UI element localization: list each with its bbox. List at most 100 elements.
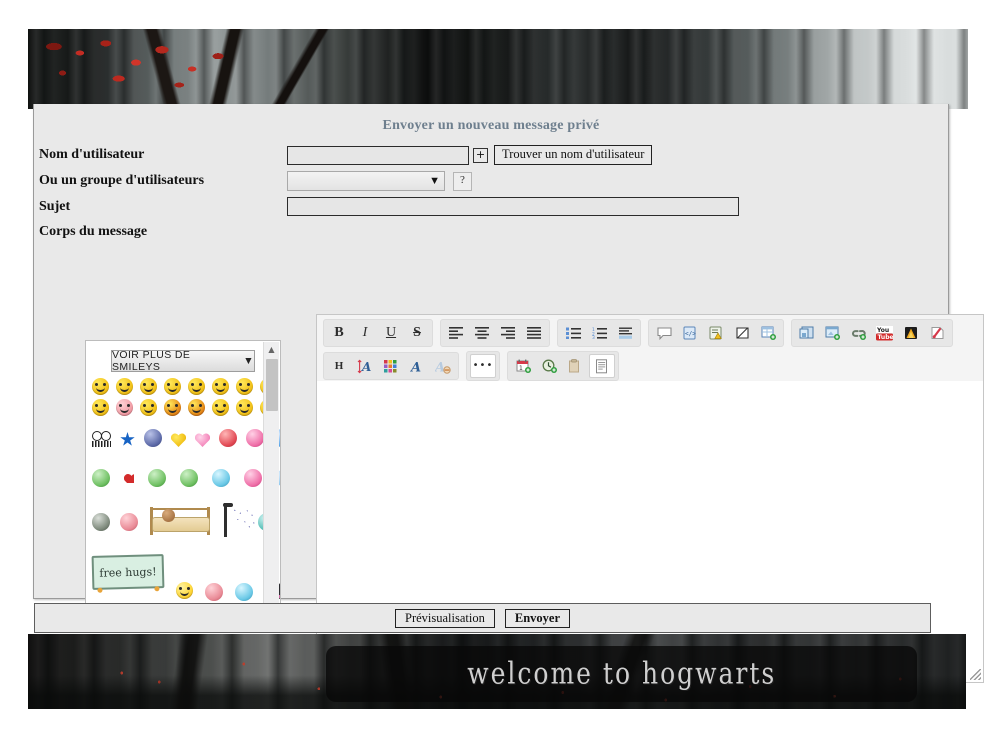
svg-text:Tube: Tube (878, 334, 894, 341)
spoiler-button[interactable] (704, 322, 728, 344)
table-button[interactable] (756, 322, 780, 344)
smiley-sad-icon[interactable] (140, 378, 157, 395)
align-justify-button[interactable] (522, 322, 546, 344)
submit-button[interactable]: Envoyer (504, 608, 570, 628)
smiley-cry-blob-icon[interactable] (235, 583, 253, 601)
insert-script-button[interactable] (925, 322, 949, 344)
smiley-tongue-icon[interactable] (92, 399, 109, 416)
toolbar-row-1: B I U S 1 2 3 </> You Tube (323, 319, 977, 347)
insert-date-button[interactable]: 1 (511, 355, 535, 377)
quote-button[interactable] (652, 322, 676, 344)
ordered-list-button[interactable]: 123 (587, 322, 611, 344)
smiley-row (92, 469, 280, 487)
insert-time-button[interactable] (537, 355, 561, 377)
preview-button[interactable]: Prévisualisation (395, 608, 495, 628)
smiley-neutral-icon[interactable] (164, 378, 181, 395)
smiley-cyan-blob-icon[interactable] (212, 469, 230, 487)
free-hugs-label: free hugs! (99, 564, 157, 580)
smiley-picker[interactable]: VOIR PLUS DE SMILEYS ▼ free hugs! ▲ (85, 340, 281, 625)
code-button[interactable]: </> (678, 322, 702, 344)
toolbar-group-alignment (440, 319, 550, 347)
flash-button[interactable] (899, 322, 923, 344)
username-input[interactable] (287, 145, 469, 165)
smiley-row (92, 503, 276, 541)
smiley-laugh-icon[interactable] (236, 378, 253, 395)
strikethrough-button[interactable]: S (405, 322, 429, 344)
smiley-row (92, 378, 277, 395)
svg-text:1: 1 (519, 365, 523, 372)
align-center-button[interactable] (470, 322, 494, 344)
more-smileys-button[interactable]: VOIR PLUS DE SMILEYS ▼ (111, 349, 255, 373)
subject-input[interactable] (287, 197, 739, 216)
smiley-smile-icon[interactable] (236, 399, 253, 416)
smiley-sunglasses-icon[interactable] (212, 399, 229, 416)
subject-label: Sujet (39, 198, 71, 214)
smiley-kiss-blob-icon[interactable] (205, 583, 223, 601)
smiley-scrollbar[interactable]: ▲ ▼ (263, 342, 279, 623)
smiley-row (92, 399, 277, 416)
smiley-rose-blob-icon[interactable] (120, 513, 138, 531)
resize-handle-icon[interactable] (970, 669, 981, 680)
smiley-grin-icon[interactable] (92, 378, 109, 395)
smiley-happy-icon[interactable] (116, 378, 133, 395)
bold-button[interactable]: B (327, 322, 351, 344)
usergroup-label: Ou un groupe d'utilisateurs (39, 173, 205, 188)
unordered-list-button[interactable] (561, 322, 585, 344)
smiley-red-blob-icon[interactable] (219, 429, 237, 447)
heading-button[interactable]: H (327, 355, 351, 377)
smiley-couple-pink-icon[interactable] (244, 469, 262, 487)
usergroup-select[interactable]: ▼ (287, 171, 445, 191)
usergroup-help-button[interactable]: ? (453, 171, 472, 191)
smiley-lime-blob-icon[interactable] (148, 469, 166, 487)
italic-button[interactable]: I (353, 322, 377, 344)
more-smileys-label: VOIR PLUS DE SMILEYS (112, 349, 191, 373)
smiley-grey-blob-icon[interactable] (92, 513, 110, 531)
page-button[interactable] (589, 354, 615, 378)
toolbar-group-media: You Tube (791, 319, 953, 347)
page-root: Envoyer un nouveau message privé Nom d'u… (0, 0, 991, 731)
smiley-purple-blob-icon[interactable] (144, 429, 162, 447)
smiley-blush-icon[interactable] (116, 399, 133, 416)
smiley-star-icon[interactable] (120, 432, 135, 446)
smiley-free-hugs-icon[interactable]: free hugs! (91, 554, 165, 593)
indent-button[interactable] (613, 322, 637, 344)
smiley-nerd-icon[interactable] (92, 431, 111, 447)
smiley-surprised-icon[interactable] (188, 378, 205, 395)
smiley-apple-blob-icon[interactable] (180, 469, 198, 487)
smiley-evil-icon[interactable] (188, 399, 205, 416)
scroll-up-icon[interactable]: ▲ (264, 342, 279, 356)
smiley-pink-blob-icon[interactable] (246, 429, 264, 447)
align-right-button[interactable] (496, 322, 520, 344)
svg-text:A: A (435, 360, 445, 374)
welcome-plate: welcome to hogwarts (326, 646, 918, 702)
smiley-sun-icon[interactable] (176, 582, 193, 599)
underline-button[interactable]: U (379, 322, 403, 344)
font-face-button[interactable]: A (405, 355, 429, 377)
smiley-yellow-heart-icon[interactable] (171, 433, 186, 447)
insert-link-button[interactable] (847, 322, 871, 344)
smiley-pink-heart-icon[interactable] (195, 433, 210, 447)
font-size-button[interactable]: A (353, 355, 377, 377)
align-left-button[interactable] (444, 322, 468, 344)
find-username-button[interactable]: Trouver un nom d'utilisateur (494, 145, 653, 165)
remove-format-button[interactable]: A (431, 355, 455, 377)
smiley-thinking-icon[interactable] (140, 399, 157, 416)
smiley-green-blob-icon[interactable] (92, 469, 110, 487)
more-options-button[interactable]: ••• (470, 354, 496, 378)
page-title: Envoyer un nouveau message privé (382, 118, 600, 133)
font-color-button[interactable] (379, 355, 403, 377)
youtube-button[interactable]: You Tube (873, 322, 897, 344)
smiley-devil-icon[interactable] (164, 399, 181, 416)
add-recipient-button[interactable]: + (473, 147, 488, 163)
smiley-cool-icon[interactable] (212, 378, 229, 395)
smiley-grid: free hugs! (86, 372, 280, 621)
svg-text:</>: </> (685, 331, 696, 338)
svg-text:A: A (410, 360, 421, 374)
paste-button[interactable] (563, 355, 587, 377)
toolbar-group-clipboard: 1 (507, 351, 619, 381)
hide-button[interactable] (730, 322, 754, 344)
insert-image-button[interactable] (795, 322, 819, 344)
scrollbar-thumb[interactable] (266, 359, 278, 411)
insert-picture-button[interactable] (821, 322, 845, 344)
smiley-bed-icon[interactable] (148, 505, 212, 539)
